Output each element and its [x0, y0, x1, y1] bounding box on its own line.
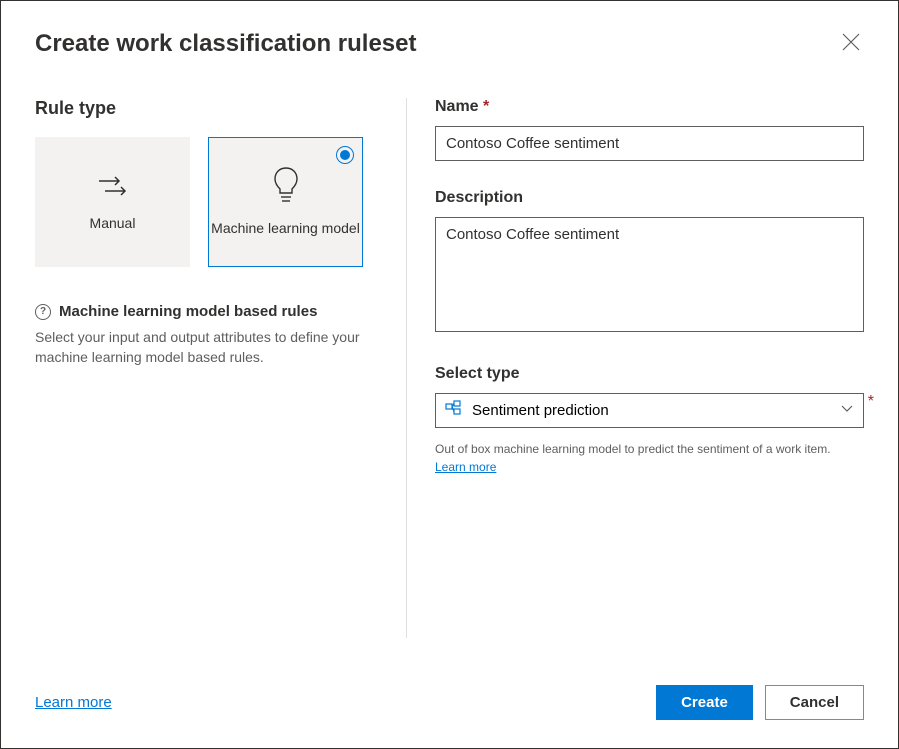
- footer-buttons: Create Cancel: [656, 685, 864, 720]
- helper-learn-more-link[interactable]: Learn more: [435, 458, 496, 476]
- helper-text-content: Out of box machine learning model to pre…: [435, 442, 831, 456]
- left-pane: Rule type Manual: [35, 98, 407, 638]
- close-icon: [842, 33, 860, 51]
- rule-type-cards: Manual Machine learning model: [35, 137, 378, 267]
- rule-type-label: Rule type: [35, 98, 378, 119]
- name-input[interactable]: [435, 126, 864, 161]
- rule-type-card-manual[interactable]: Manual: [35, 137, 190, 267]
- select-type-wrapper: *: [435, 393, 864, 428]
- cancel-button[interactable]: Cancel: [765, 685, 864, 720]
- dialog-body: Rule type Manual: [1, 58, 898, 638]
- right-pane: Name * Description Contoso Coffee sentim…: [407, 98, 864, 638]
- rules-heading: ? Machine learning model based rules: [35, 303, 378, 320]
- manual-icon: [96, 171, 130, 204]
- create-button[interactable]: Create: [656, 685, 753, 720]
- field-name: Name *: [435, 98, 864, 161]
- description-label: Description: [435, 189, 864, 207]
- card-label-manual: Manual: [90, 214, 136, 232]
- description-textarea[interactable]: Contoso Coffee sentiment: [435, 217, 864, 332]
- field-select-type: Select type * Out of box machine: [435, 365, 864, 476]
- name-label: Name *: [435, 98, 864, 116]
- chevron-down-icon: [840, 401, 854, 420]
- close-button[interactable]: [838, 29, 864, 58]
- dialog-footer: Learn more Create Cancel: [1, 665, 898, 748]
- card-label-ml: Machine learning model: [211, 219, 360, 237]
- radio-selected-icon: [336, 146, 354, 164]
- required-asterisk: *: [483, 98, 489, 115]
- rules-description: Select your input and output attributes …: [35, 328, 378, 367]
- rules-heading-text: Machine learning model based rules: [59, 303, 317, 320]
- prediction-icon: [445, 400, 461, 421]
- required-asterisk-outer: *: [868, 393, 874, 411]
- lightbulb-icon: [271, 166, 301, 209]
- helper-text: Out of box machine learning model to pre…: [435, 440, 864, 476]
- select-type-label: Select type: [435, 365, 864, 383]
- help-icon: ?: [35, 304, 51, 320]
- dialog-title: Create work classification ruleset: [35, 30, 417, 58]
- name-label-text: Name: [435, 98, 479, 115]
- field-description: Description Contoso Coffee sentiment: [435, 189, 864, 337]
- footer-learn-more-link[interactable]: Learn more: [35, 694, 112, 711]
- dialog-header: Create work classification ruleset: [1, 1, 898, 58]
- rule-type-card-ml[interactable]: Machine learning model: [208, 137, 363, 267]
- select-type-dropdown[interactable]: [435, 393, 864, 428]
